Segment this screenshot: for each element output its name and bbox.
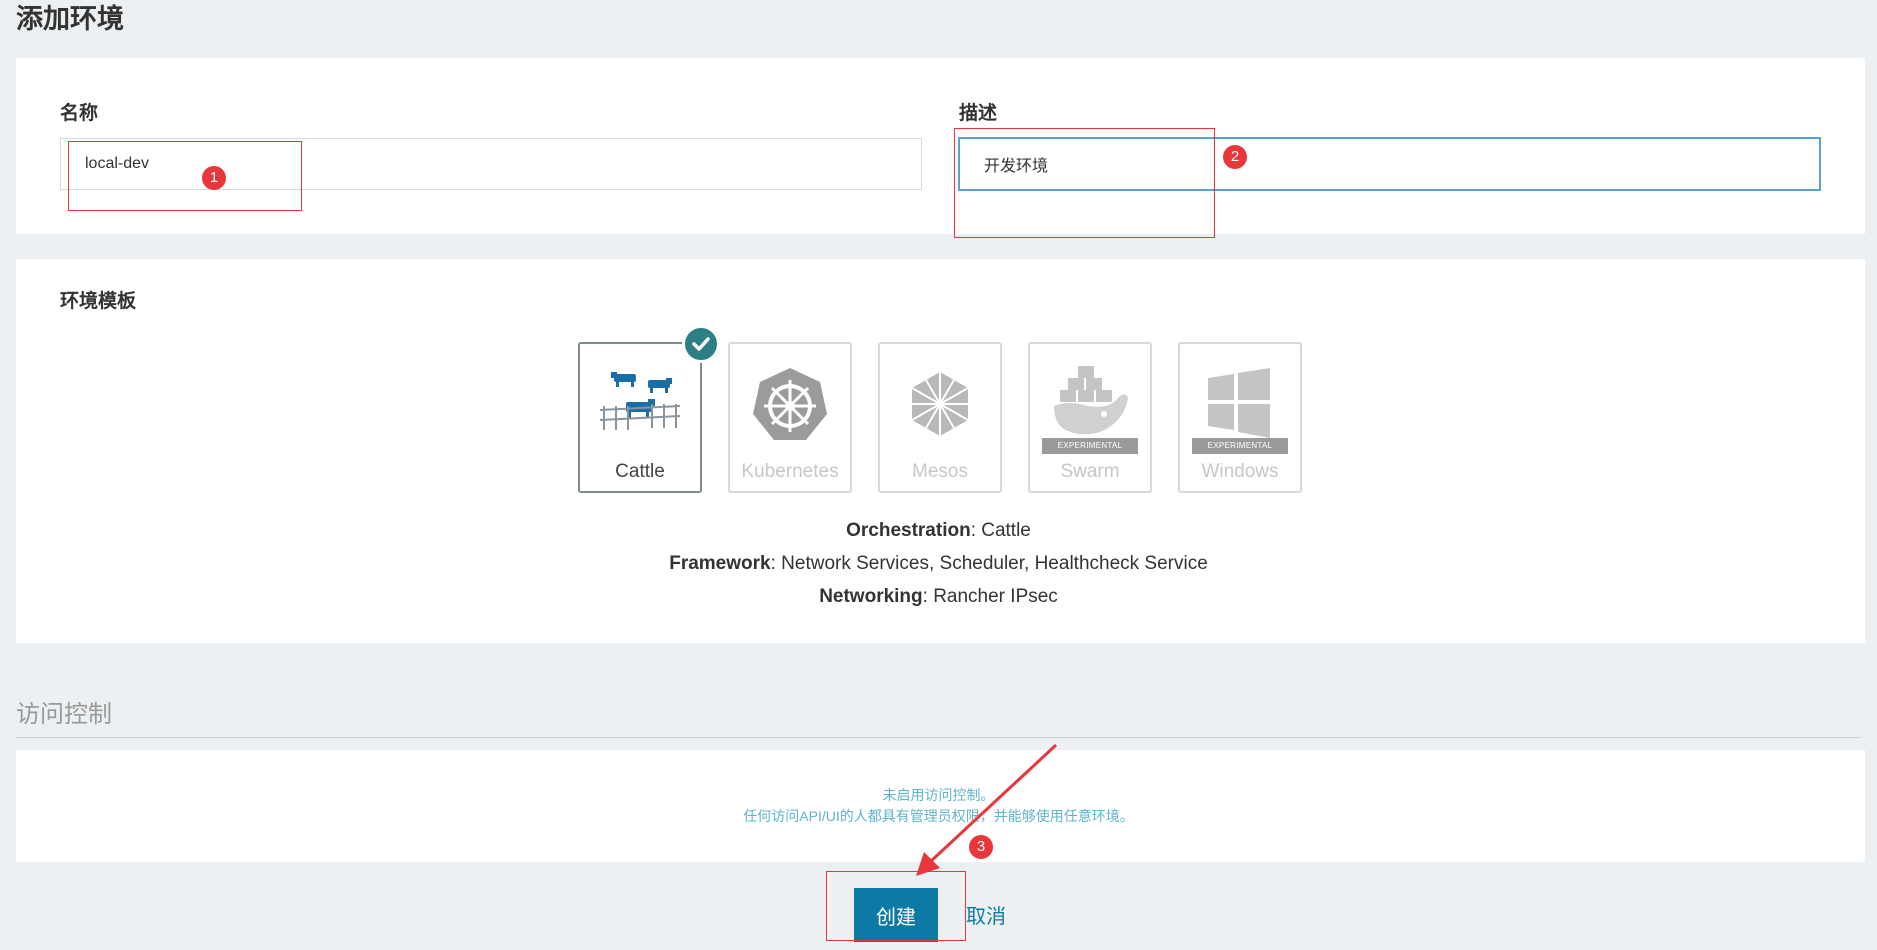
annotation-arrow-icon [916,743,1058,876]
